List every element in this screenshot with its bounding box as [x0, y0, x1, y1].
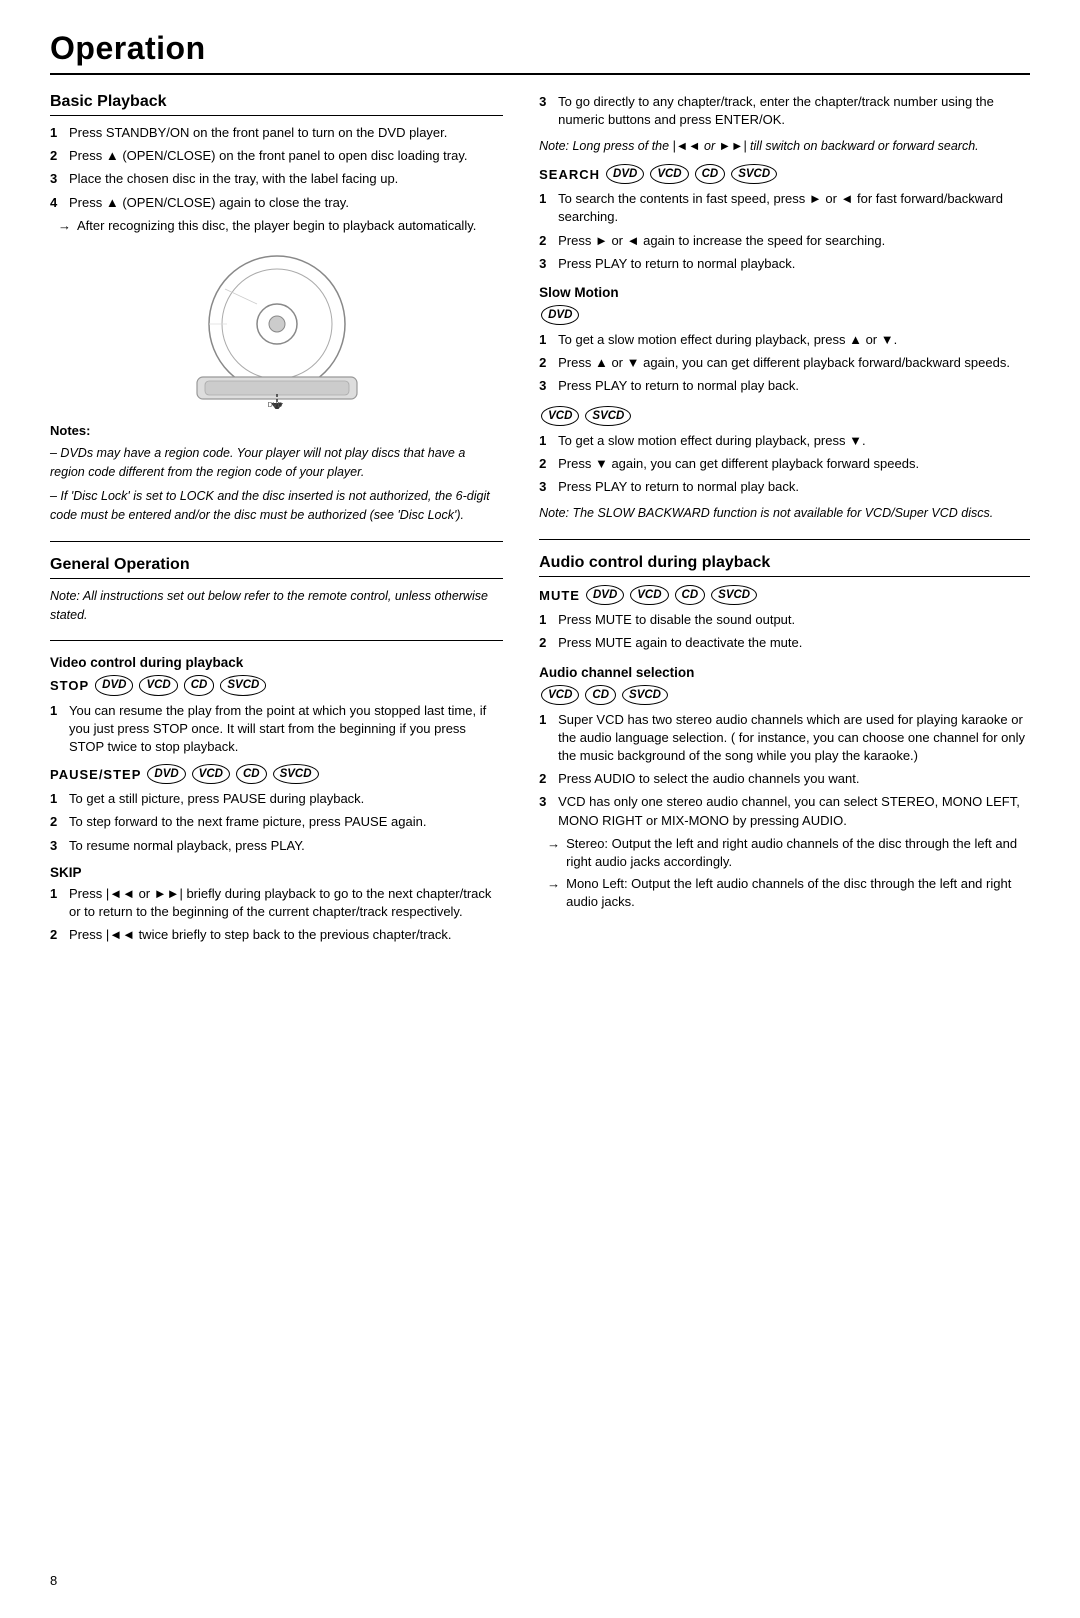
video-control-title: Video control during playback [50, 655, 503, 670]
mute-label: MUTE [539, 588, 580, 603]
general-operation-title: General Operation [50, 556, 503, 579]
list-item: Press AUDIO to select the audio channels… [539, 770, 1030, 788]
stop-steps-list: You can resume the play from the point a… [50, 702, 503, 757]
list-item: Press MUTE again to deactivate the mute. [539, 634, 1030, 652]
general-operation-note: Note: All instructions set out below ref… [50, 587, 503, 625]
vcd-badge-search: VCD [650, 164, 688, 184]
pause-badge-row: PAUSE/STEP DVD VCD CD SVCD [50, 764, 503, 784]
list-item: To get a slow motion effect during playb… [539, 331, 1030, 349]
dvd-badge-slow: DVD [541, 305, 579, 325]
list-item: Press ▲ or ▼ again, you can get differen… [539, 354, 1030, 372]
list-item: To get a slow motion effect during playb… [539, 432, 1030, 450]
list-item: To step forward to the next frame pictur… [50, 813, 503, 831]
skip-title: SKIP [50, 865, 503, 880]
slow-motion-dvd-title: Slow Motion [539, 285, 1030, 300]
audio-channel-title: Audio channel selection [539, 665, 1030, 680]
skip-steps-list: Press |◄◄ or ►►| briefly during playback… [50, 885, 503, 945]
cd-badge-mute: CD [675, 585, 706, 605]
mute-steps-list: Press MUTE to disable the sound output. … [539, 611, 1030, 652]
right-column: To go directly to any chapter/track, ent… [539, 93, 1030, 949]
basic-playback-title: Basic Playback [50, 93, 503, 116]
list-item: Place the chosen disc in the tray, with … [50, 170, 503, 188]
list-item: Press ► or ◄ again to increase the speed… [539, 232, 1030, 250]
note-1: – DVDs may have a region code. Your play… [50, 444, 503, 482]
channel-steps-list: Super VCD has two stereo audio channels … [539, 711, 1030, 830]
notes-block: Notes: – DVDs may have a region code. Yo… [50, 423, 503, 525]
vcd-badge-ch: VCD [541, 685, 579, 705]
list-item: Press |◄◄ or ►►| briefly during playback… [50, 885, 503, 921]
list-item: Press PLAY to return to normal play back… [539, 377, 1030, 395]
list-item: Press PLAY to return to normal play back… [539, 478, 1030, 496]
vcd-badge: VCD [139, 675, 177, 695]
list-item: You can resume the play from the point a… [50, 702, 503, 757]
page-title: Operation [50, 30, 1030, 67]
vcd-badge-2: VCD [192, 764, 230, 784]
channel-badge-row: VCD CD SVCD [539, 685, 1030, 705]
cd-badge-ch: CD [585, 685, 616, 705]
search-badge-row: SEARCH DVD VCD CD SVCD [539, 164, 1030, 184]
list-item: Press STANDBY/ON on the front panel to t… [50, 124, 503, 142]
pause-steps-list: To get a still picture, press PAUSE duri… [50, 790, 503, 855]
svcd-badge-2: SVCD [273, 764, 319, 784]
basic-playback-list: Press STANDBY/ON on the front panel to t… [50, 124, 503, 212]
list-item: To go directly to any chapter/track, ent… [539, 93, 1030, 129]
slow-backward-note: Note: The SLOW BACKWARD function is not … [539, 504, 1030, 523]
list-item: To resume normal playback, press PLAY. [50, 837, 503, 855]
svcd-badge-search: SVCD [731, 164, 777, 184]
vcd-svcd-badge-row: VCD SVCD [539, 406, 1030, 426]
svcd-badge-ch: SVCD [622, 685, 668, 705]
long-press-note: Note: Long press of the |◄◄ or ►►| till … [539, 137, 1030, 156]
cd-badge: CD [184, 675, 215, 695]
mute-badge-row: MUTE DVD VCD CD SVCD [539, 585, 1030, 605]
list-item: To search the contents in fast speed, pr… [539, 190, 1030, 226]
page-number: 8 [50, 1573, 57, 1588]
svcd-badge-mute: SVCD [711, 585, 757, 605]
list-item: VCD has only one stereo audio channel, y… [539, 793, 1030, 829]
dvd-badge-search: DVD [606, 164, 644, 184]
stereo-arrow-note: Stereo: Output the left and right audio … [547, 835, 1030, 871]
vcd-badge-mute: VCD [630, 585, 668, 605]
cd-badge-search: CD [695, 164, 726, 184]
svcd-badge: SVCD [220, 675, 266, 695]
svcd-badge-slow: SVCD [585, 406, 631, 426]
search-label: SEARCH [539, 167, 600, 182]
list-item: Press ▲ (OPEN/CLOSE) on the front panel … [50, 147, 503, 165]
list-item: Super VCD has two stereo audio channels … [539, 711, 1030, 766]
vcd-badge-slow: VCD [541, 406, 579, 426]
dvd-badge-2: DVD [147, 764, 185, 784]
stop-label: STOP [50, 678, 89, 693]
list-item: Press ▼ again, you can get different pla… [539, 455, 1030, 473]
list-item: Press ▲ (OPEN/CLOSE) again to close the … [50, 194, 503, 212]
arrow-note: After recognizing this disc, the player … [58, 217, 503, 235]
slow-motion-dvd-list: To get a slow motion effect during playb… [539, 331, 1030, 396]
list-item: Press MUTE to disable the sound output. [539, 611, 1030, 629]
svg-text:DVD: DVD [267, 402, 282, 409]
cd-badge-2: CD [236, 764, 267, 784]
note-2: – If 'Disc Lock' is set to LOCK and the … [50, 487, 503, 525]
audio-control-title: Audio control during playback [539, 554, 1030, 577]
slow-motion-dvd-badge-row: DVD [539, 305, 1030, 325]
dvd-badge-mute: DVD [586, 585, 624, 605]
list-item: Press PLAY to return to normal playback. [539, 255, 1030, 273]
vcd-slow-motion-list: To get a slow motion effect during playb… [539, 432, 1030, 497]
stop-badge-row: STOP DVD VCD CD SVCD [50, 675, 503, 695]
list-item: To get a still picture, press PAUSE duri… [50, 790, 503, 808]
right-top-list: To go directly to any chapter/track, ent… [539, 93, 1030, 129]
left-column: Basic Playback Press STANDBY/ON on the f… [50, 93, 503, 949]
search-steps-list: To search the contents in fast speed, pr… [539, 190, 1030, 273]
dvd-player-illustration: DVD [50, 249, 503, 409]
pause-label: PAUSE/STEP [50, 767, 141, 782]
list-item: Press |◄◄ twice briefly to step back to … [50, 926, 503, 944]
dvd-badge: DVD [95, 675, 133, 695]
mono-left-arrow-note: Mono Left: Output the left audio channel… [547, 875, 1030, 911]
